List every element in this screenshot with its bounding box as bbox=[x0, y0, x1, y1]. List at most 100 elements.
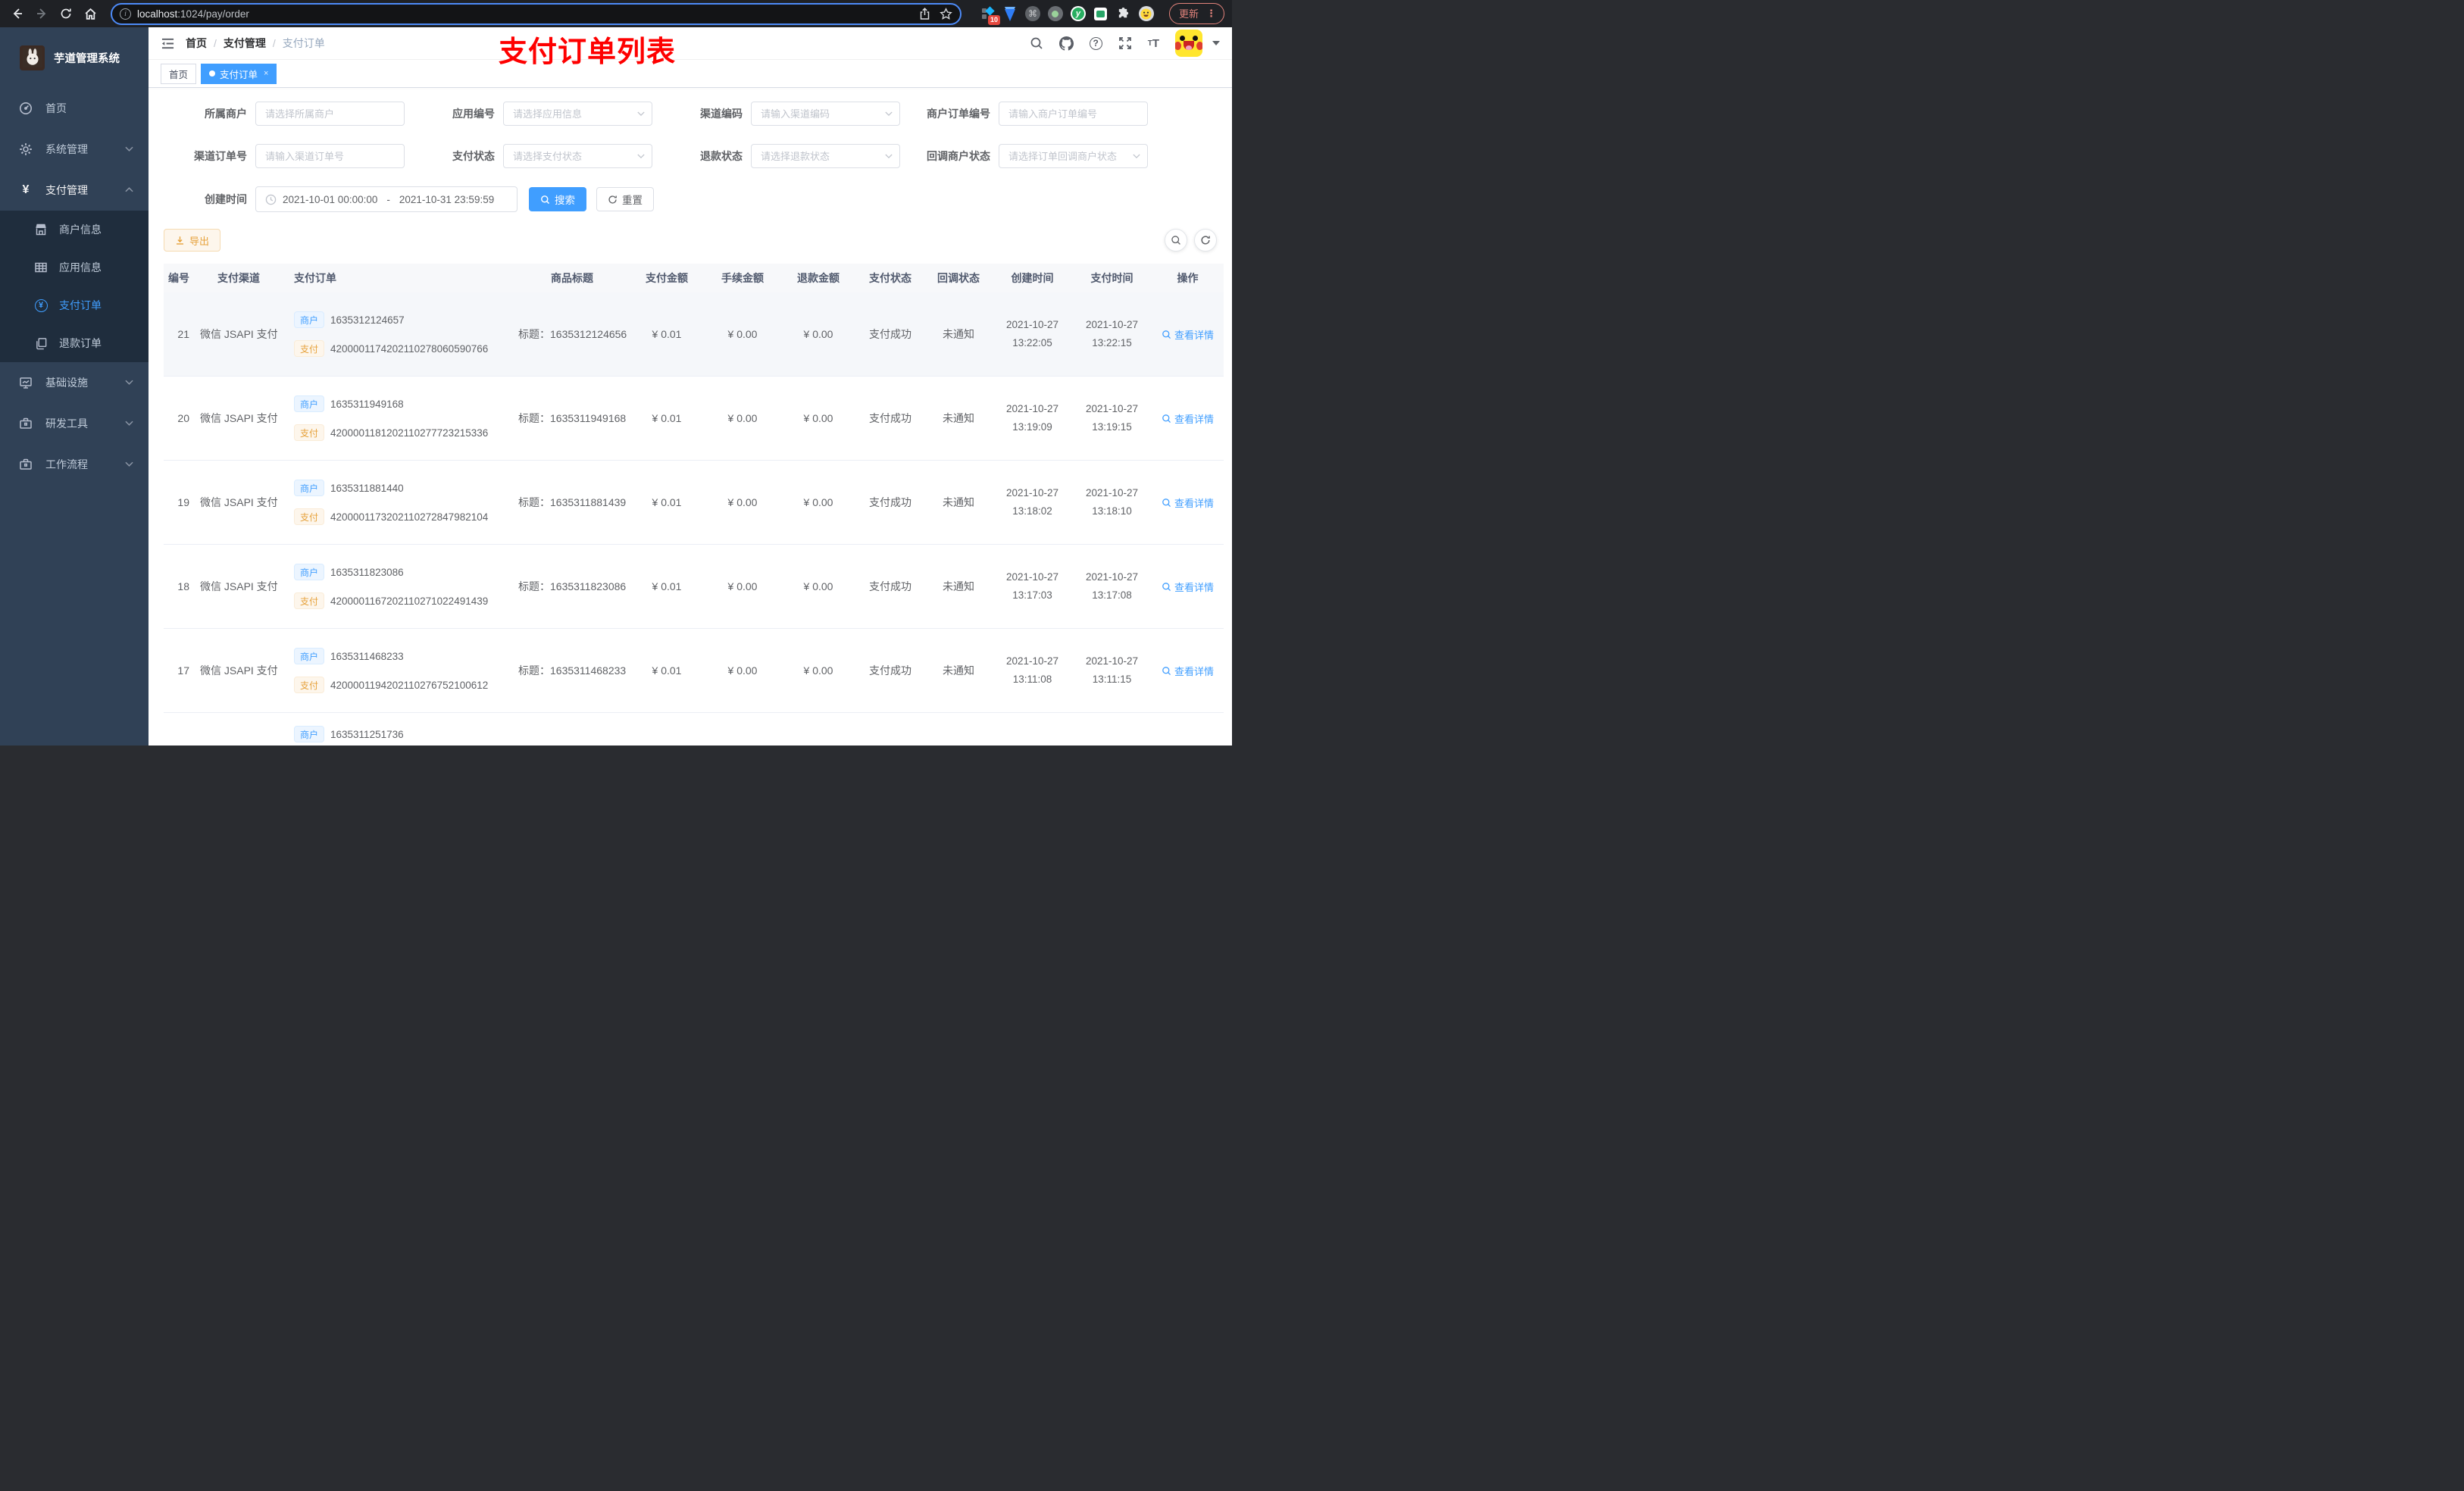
pay-tag: 支付 bbox=[294, 508, 325, 525]
pay-amount: ¥ 0.01 bbox=[652, 412, 682, 424]
order-id: 18 bbox=[177, 580, 189, 592]
pay-status: 支付成功 bbox=[869, 328, 911, 340]
sidebar-item-pay-order[interactable]: ¥ 支付订单 bbox=[0, 286, 149, 324]
view-detail-link[interactable]: 查看详情 bbox=[1162, 411, 1214, 426]
pay-status-select[interactable] bbox=[504, 145, 652, 167]
gear-icon bbox=[18, 142, 33, 156]
view-detail-link[interactable]: 查看详情 bbox=[1162, 664, 1214, 678]
extension-gem-icon[interactable] bbox=[1002, 6, 1018, 21]
table-row: 17 微信 JSAPI 支付 商户 1635311468233 支付 4200001194… bbox=[164, 629, 1224, 713]
export-button[interactable]: 导出 bbox=[164, 229, 221, 252]
forward-icon[interactable] bbox=[32, 4, 52, 23]
refund-status-select[interactable] bbox=[752, 145, 899, 167]
sidebar-item-payment[interactable]: ¥ 支付管理 bbox=[0, 170, 149, 211]
chevron-up-icon bbox=[125, 187, 133, 192]
reset-button[interactable]: 重置 bbox=[596, 187, 654, 211]
fee-amount: ¥ 0.00 bbox=[727, 580, 758, 592]
pay-amount: ¥ 0.01 bbox=[652, 580, 682, 592]
browser-menu-icon[interactable]: ⋮ bbox=[1206, 8, 1216, 20]
extension-y-icon[interactable]: y bbox=[1070, 6, 1086, 21]
table-row: 18 微信 JSAPI 支付 商户 1635311823086 支付 4200001167… bbox=[164, 545, 1224, 629]
tab-pay-order[interactable]: 支付订单 × bbox=[201, 63, 277, 84]
sidebar-item-home[interactable]: 首页 bbox=[0, 88, 149, 129]
view-detail-link[interactable]: 查看详情 bbox=[1162, 327, 1214, 342]
breadcrumb-home[interactable]: 首页 bbox=[186, 36, 207, 51]
extension-command-icon[interactable]: ⌘ bbox=[1024, 6, 1040, 21]
extension-grid-icon[interactable]: 10 bbox=[980, 6, 1000, 25]
update-button[interactable]: 更新 ⋮ bbox=[1168, 3, 1224, 24]
create-time: 2021-10-27 13:19:09 bbox=[1005, 403, 1059, 433]
documents-icon bbox=[33, 337, 48, 350]
pay-time: 2021-10-27 13:19:15 bbox=[1085, 403, 1139, 433]
app-select[interactable] bbox=[504, 102, 652, 125]
merchant-tag: 商户 bbox=[294, 564, 325, 580]
back-icon[interactable] bbox=[8, 4, 27, 23]
action-cell: 查看详情 bbox=[1152, 327, 1224, 342]
channel-order-no-input[interactable] bbox=[256, 145, 404, 167]
filter-create-time: 创建时间 2021-10-01 00:00:00 - 2021-10-31 23… bbox=[164, 186, 1217, 212]
pay-channel: 微信 JSAPI 支付 bbox=[200, 664, 278, 677]
sidebar-item-infra[interactable]: 基础设施 bbox=[0, 362, 149, 403]
view-detail-link[interactable]: 查看详情 bbox=[1162, 495, 1214, 510]
search-button[interactable]: 搜索 bbox=[529, 187, 586, 211]
help-icon[interactable]: ? bbox=[1089, 36, 1102, 50]
search-icon[interactable] bbox=[1030, 36, 1043, 50]
pay-status: 支付成功 bbox=[869, 664, 911, 677]
view-detail-label: 查看详情 bbox=[1174, 497, 1214, 509]
toggle-search-icon[interactable] bbox=[1165, 229, 1187, 252]
table-toolbar: 导出 bbox=[164, 229, 1217, 252]
extension-record-icon[interactable] bbox=[1047, 6, 1063, 21]
refund-amount: ¥ 0.00 bbox=[803, 328, 833, 340]
pay-tag: 支付 bbox=[294, 340, 325, 357]
notify-status-select[interactable] bbox=[999, 145, 1147, 167]
reload-icon[interactable] bbox=[56, 4, 76, 23]
sidebar-item-refund-order[interactable]: 退款订单 bbox=[0, 324, 149, 362]
sidebar-item-dev-tools[interactable]: 研发工具 bbox=[0, 403, 149, 444]
home-icon[interactable] bbox=[80, 4, 100, 23]
breadcrumb-current: 支付订单 bbox=[282, 37, 325, 49]
site-info-icon[interactable]: i bbox=[120, 8, 131, 20]
product-title: 标题：1635312124656 bbox=[518, 328, 627, 340]
merchant-tag: 商户 bbox=[294, 726, 325, 742]
github-icon[interactable] bbox=[1058, 36, 1074, 51]
action-cell: 查看详情 bbox=[1152, 495, 1224, 510]
avatar[interactable] bbox=[1175, 30, 1202, 57]
action-cell: 查看详情 bbox=[1152, 580, 1224, 594]
fullscreen-icon[interactable] bbox=[1118, 36, 1132, 50]
view-detail-link[interactable]: 查看详情 bbox=[1162, 580, 1214, 594]
pay-time: 2021-10-27 13:22:15 bbox=[1085, 319, 1139, 349]
sidebar-fold-icon[interactable] bbox=[161, 37, 175, 50]
merchant-input[interactable] bbox=[256, 102, 404, 125]
font-size-icon[interactable]: TT bbox=[1148, 37, 1159, 50]
url-text: localhost:1024/pay/order bbox=[137, 8, 249, 20]
extension-strip: 10 ⌘ y 更新 ⋮ bbox=[980, 3, 1224, 25]
channel-code-select[interactable] bbox=[752, 102, 899, 125]
sidebar-item-workflow[interactable]: 工作流程 bbox=[0, 444, 149, 485]
merchant-order-no-input[interactable] bbox=[999, 102, 1147, 125]
extension-chat-icon[interactable] bbox=[1093, 6, 1108, 21]
bookmark-star-icon[interactable] bbox=[940, 7, 952, 20]
logo[interactable]: 芋道管理系统 bbox=[0, 27, 149, 88]
close-icon[interactable]: × bbox=[264, 69, 268, 78]
active-dot bbox=[209, 70, 216, 77]
avatar-caret-icon[interactable] bbox=[1212, 41, 1220, 45]
notify-status: 未通知 bbox=[943, 328, 974, 340]
monitor-icon bbox=[18, 376, 33, 389]
extensions-puzzle-icon[interactable] bbox=[1116, 6, 1131, 21]
pay-tag: 支付 bbox=[294, 424, 325, 441]
product-title: 标题：1635311949168 bbox=[518, 412, 627, 424]
breadcrumb-payment[interactable]: 支付管理 bbox=[224, 36, 266, 51]
tab-home[interactable]: 首页 bbox=[161, 63, 197, 84]
date-range-picker[interactable]: 2021-10-01 00:00:00 - 2021-10-31 23:59:5… bbox=[255, 186, 518, 212]
url-bar[interactable]: i localhost:1024/pay/order bbox=[111, 2, 962, 25]
order-table: 编号 支付渠道 支付订单 商品标题 支付金额 手续金额 退款金额 支付状态 回调… bbox=[164, 264, 1224, 746]
share-icon[interactable] bbox=[919, 7, 930, 20]
refresh-icon[interactable] bbox=[1194, 229, 1217, 252]
filter-app: 应用编号 bbox=[411, 102, 659, 126]
sidebar-item-app-info[interactable]: 应用信息 bbox=[0, 248, 149, 286]
sidebar-item-merchant-info[interactable]: 商户信息 bbox=[0, 211, 149, 248]
profile-emoji-icon[interactable] bbox=[1138, 6, 1154, 21]
notify-status: 未通知 bbox=[943, 664, 974, 677]
sidebar-item-system[interactable]: 系统管理 bbox=[0, 129, 149, 170]
filter-refund-status: 退款状态 bbox=[659, 144, 907, 168]
